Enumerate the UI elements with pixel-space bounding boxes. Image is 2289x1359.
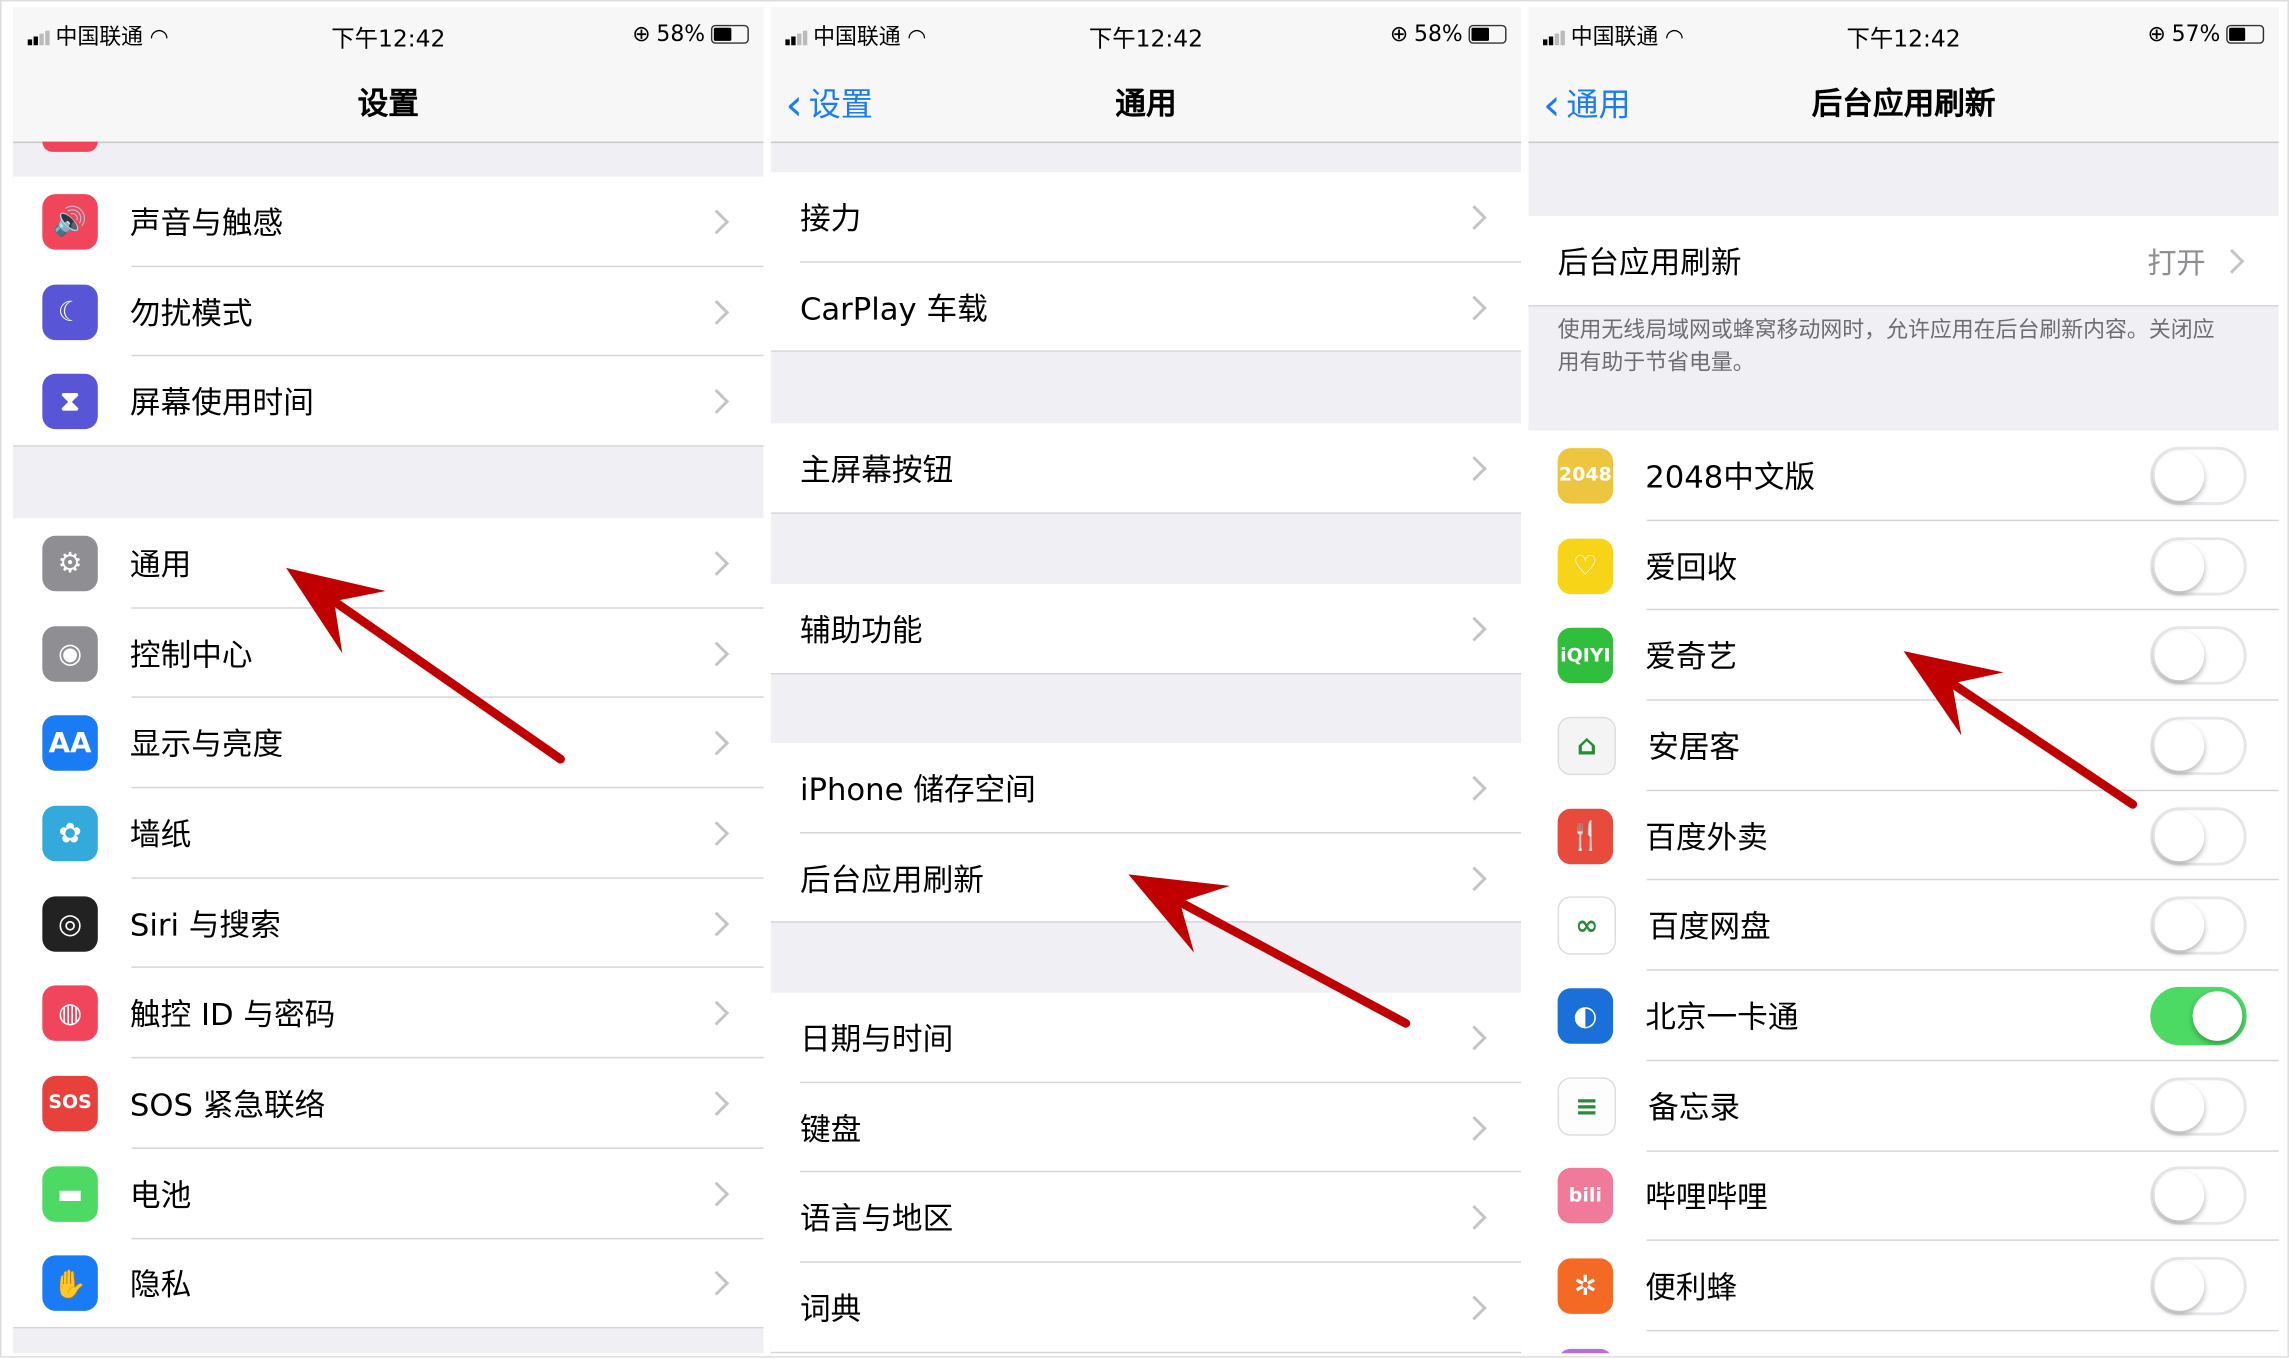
red-arrow-shaft — [327, 597, 560, 760]
red-arrow-shaft — [1938, 674, 2133, 804]
screenshot-collage: 中国联通 ◠下午12:42⊕58%设置🔊声音与触感☾勿扰模式⧗屏幕使用时间⚙通用… — [0, 0, 2289, 1358]
red-arrow-shaft — [1170, 897, 1406, 1024]
red-arrow-head-icon — [286, 568, 386, 653]
annotation-arrows — [1, 1, 2289, 1359]
red-arrow-head-icon — [1128, 874, 1230, 952]
red-arrow-head-icon — [1904, 651, 2004, 735]
